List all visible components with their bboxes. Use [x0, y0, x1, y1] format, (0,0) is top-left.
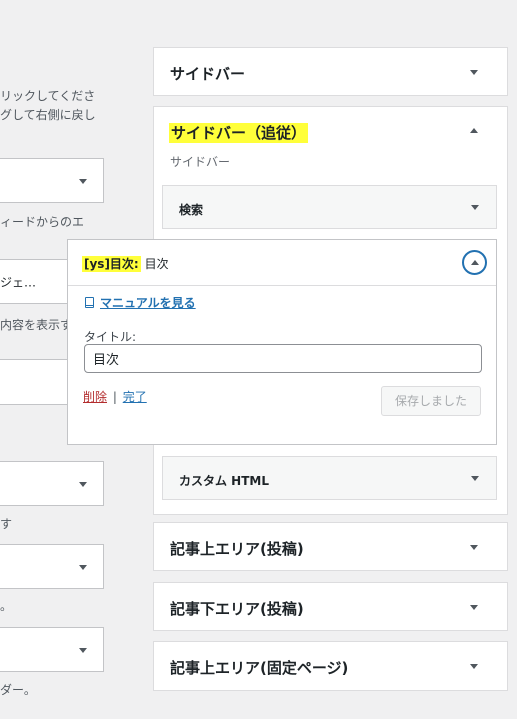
- area-title-sidebar-follow: サイドバー（追従）: [169, 122, 309, 143]
- left-instruction-line-1: リックしてくださ: [0, 89, 96, 103]
- left-select-2-value: ジェ…: [0, 275, 37, 289]
- title-field-label: タイトル:: [84, 330, 137, 344]
- delete-link[interactable]: 削除: [83, 390, 107, 404]
- book-icon: [85, 297, 94, 308]
- left-text-su: す: [0, 517, 13, 531]
- area-title-article-top-page: 記事上エリア(固定ページ): [170, 659, 349, 677]
- area-description: サイドバー: [170, 155, 231, 169]
- left-select-4[interactable]: [0, 544, 104, 589]
- left-instruction-line-2: グして右側に戻し: [0, 108, 96, 122]
- left-select-1[interactable]: [0, 158, 104, 203]
- widget-title-search: 検索: [179, 203, 204, 217]
- widget-toc-expanded[interactable]: [ys]目次: 目次 マニュアルを見る タイトル: 削除 | 完了 保存しました: [67, 239, 497, 445]
- done-link[interactable]: 完了: [123, 390, 147, 404]
- caret-down-icon[interactable]: [471, 476, 479, 481]
- widget-toc-header[interactable]: [ys]目次: 目次: [68, 240, 496, 286]
- highlight-mark: サイドバー（追従）: [169, 123, 309, 143]
- caret-up-icon: [471, 260, 479, 265]
- widget-search[interactable]: 検索: [162, 185, 497, 229]
- left-text-field: ィードからのエ: [0, 215, 85, 229]
- area-article-top-page[interactable]: 記事上エリア(固定ページ): [153, 641, 508, 691]
- left-select-5[interactable]: [0, 627, 104, 672]
- collapse-toggle-button[interactable]: [462, 250, 487, 275]
- manual-link-label: マニュアルを見る: [100, 296, 196, 310]
- action-separator: |: [112, 390, 117, 404]
- widget-toc-prefix: [ys]目次:: [82, 256, 141, 272]
- widget-toc-title: [ys]目次: 目次: [82, 255, 169, 272]
- manual-link[interactable]: マニュアルを見る: [85, 294, 196, 311]
- caret-down-icon: [79, 647, 87, 653]
- left-text-show: 内容を表示す: [0, 318, 73, 332]
- save-button[interactable]: 保存しました: [381, 386, 481, 416]
- widget-title-custom-html: カスタム HTML: [179, 474, 269, 488]
- area-sidebar[interactable]: サイドバー: [153, 47, 508, 96]
- caret-down-icon: [79, 178, 87, 184]
- widget-actions: 削除 | 完了: [83, 388, 147, 405]
- area-article-bottom-post[interactable]: 記事下エリア(投稿): [153, 582, 508, 631]
- left-text-ender: ダー。: [0, 683, 36, 697]
- caret-up-icon[interactable]: [470, 128, 478, 133]
- title-field[interactable]: [84, 344, 482, 373]
- area-title-article-bottom-post: 記事下エリア(投稿): [170, 600, 304, 618]
- caret-down-icon[interactable]: [470, 605, 478, 610]
- left-text-period: 。: [0, 599, 13, 613]
- caret-down-icon[interactable]: [470, 664, 478, 669]
- widget-toc-name: 目次: [144, 257, 169, 271]
- widget-custom-html[interactable]: カスタム HTML: [162, 456, 497, 500]
- caret-down-icon: [79, 481, 87, 487]
- area-title-sidebar: サイドバー: [170, 65, 246, 83]
- area-title-article-top-post: 記事上エリア(投稿): [170, 540, 304, 558]
- caret-down-icon[interactable]: [471, 205, 479, 210]
- left-select-3[interactable]: [0, 461, 104, 506]
- caret-down-icon[interactable]: [470, 545, 478, 550]
- area-article-top-post[interactable]: 記事上エリア(投稿): [153, 522, 508, 571]
- caret-down-icon: [79, 564, 87, 570]
- caret-down-icon[interactable]: [470, 70, 478, 75]
